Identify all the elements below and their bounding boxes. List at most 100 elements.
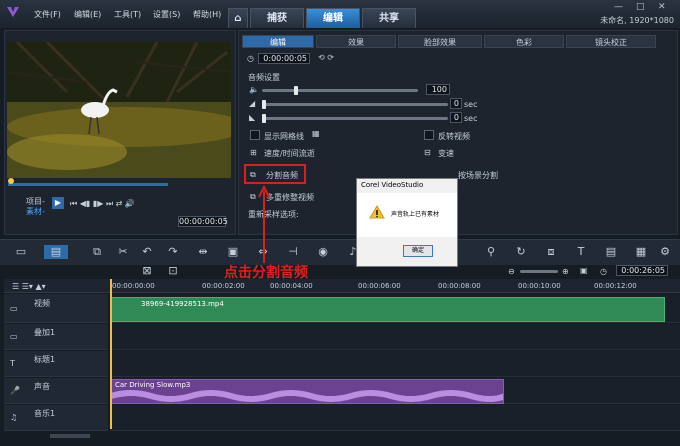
grid-icon[interactable]: ▦ bbox=[312, 129, 320, 138]
scrubber-bar[interactable] bbox=[8, 183, 168, 186]
mask-icon[interactable]: ⧈ bbox=[544, 245, 558, 259]
redo-icon[interactable]: ↷ bbox=[166, 245, 180, 259]
preview-timecode[interactable]: 00:00:00:05 bbox=[178, 216, 228, 227]
menu-edit[interactable]: 编辑(E) bbox=[74, 9, 101, 20]
video-clip-name: 38969-419928513.mp4 bbox=[141, 300, 224, 308]
speed-change-label[interactable]: 变速 bbox=[438, 148, 454, 159]
highlight-box bbox=[244, 164, 306, 184]
playhead[interactable] bbox=[110, 279, 112, 429]
subtab-edit[interactable]: 编辑 bbox=[242, 35, 314, 48]
duration-timecode[interactable]: 0:00:00:05 bbox=[258, 53, 310, 64]
zoom-icon[interactable]: ⊡ bbox=[166, 264, 180, 278]
scissors-icon[interactable]: ✂ bbox=[116, 245, 130, 259]
audio-clip[interactable]: Car Driving Slow.mp3 bbox=[110, 379, 504, 404]
fade-out-input[interactable]: 0 bbox=[450, 112, 462, 123]
multi-trim-label[interactable]: 多重修整视频 bbox=[266, 192, 314, 203]
reverse-checkbox[interactable] bbox=[424, 130, 434, 140]
track-name-voice: 声音 bbox=[34, 382, 50, 391]
track-header-overlay[interactable]: 叠加1 ▭ bbox=[4, 324, 108, 350]
track-header-video[interactable]: 视频 ▭ bbox=[4, 294, 108, 323]
menu-settings[interactable]: 设置(S) bbox=[153, 9, 180, 20]
menu-tools[interactable]: 工具(T) bbox=[114, 9, 141, 20]
screen-record-icon[interactable]: ▣ bbox=[226, 245, 240, 259]
menu-file[interactable]: 文件(F) bbox=[34, 9, 61, 20]
home-tab[interactable]: ⌂ bbox=[228, 8, 248, 28]
speed-icon[interactable]: ⊞ bbox=[250, 148, 257, 157]
subtab-lens-correction[interactable]: 镜头校正 bbox=[566, 35, 656, 48]
dialog-ok-button[interactable]: 确定 bbox=[403, 245, 433, 257]
show-grid-checkbox[interactable] bbox=[250, 130, 260, 140]
playback-controls-icon[interactable]: ⏮ ◀▮ ▮▶ ⏭ ⇄ 🔊 bbox=[70, 199, 135, 209]
timeline-timecode[interactable]: 0:00:26:05 bbox=[616, 265, 668, 276]
show-grid-label[interactable]: 显示网格线 bbox=[264, 131, 304, 142]
volume-input[interactable]: 100 bbox=[426, 84, 450, 95]
fit-project-icon[interactable]: ⊠ bbox=[140, 264, 154, 278]
split-scene-label[interactable]: 按场景分割 bbox=[458, 170, 498, 181]
warning-icon bbox=[369, 205, 385, 219]
title-track-icon: T bbox=[10, 359, 15, 368]
reverse-label[interactable]: 反转视频 bbox=[438, 131, 470, 142]
track-header-music[interactable]: 音乐1 ♫ bbox=[4, 405, 108, 431]
record-icon[interactable]: ◉ bbox=[316, 245, 330, 259]
play-icon[interactable]: ▶ bbox=[52, 197, 64, 209]
ruler-tick-4: 00:00:08:00 bbox=[438, 282, 481, 290]
maximize-icon[interactable]: □ bbox=[636, 2, 645, 12]
trim-icon[interactable]: ⊣ bbox=[286, 245, 300, 259]
ruler-tick-0: 00:00:00:00 bbox=[112, 282, 155, 290]
music-track-icon: ♫ bbox=[10, 413, 18, 422]
resample-label: 重新采样选项: bbox=[248, 210, 299, 219]
audio-mixer-icon[interactable]: ▦ bbox=[634, 245, 648, 259]
volume-slider[interactable] bbox=[262, 89, 418, 92]
fit-timeline-icon[interactable]: ▣ bbox=[580, 266, 588, 275]
video-clip[interactable]: 38969-419928513.mp4 bbox=[110, 297, 665, 322]
rotate-icons[interactable]: ⟲ ⟳ bbox=[318, 53, 334, 62]
clip-mode-label[interactable]: 素材- bbox=[26, 206, 45, 217]
zoom-slider[interactable] bbox=[520, 270, 558, 273]
track-area-overlay[interactable] bbox=[110, 324, 680, 350]
message-dialog: Corel VideoStudio 声音轨上已有素材 确定 bbox=[356, 178, 458, 267]
timeline-view-icon[interactable]: ▤ bbox=[44, 245, 68, 259]
zoom-in-icon[interactable]: ⊕ bbox=[562, 267, 569, 276]
subtab-effects[interactable]: 效果 bbox=[316, 35, 396, 48]
multi-trim-icon[interactable]: ⧉ bbox=[250, 192, 256, 202]
scrubber-handle[interactable] bbox=[8, 178, 14, 184]
storyboard-view-icon[interactable]: ▭ bbox=[14, 245, 28, 259]
zoom-out-icon[interactable]: ⊖ bbox=[508, 267, 515, 276]
project-info: 未命名, 1920*1080 bbox=[600, 16, 674, 25]
fade-out-knob[interactable] bbox=[262, 114, 266, 123]
track-area-music[interactable] bbox=[110, 405, 680, 431]
speed-change-icon[interactable]: ⊟ bbox=[424, 148, 431, 157]
fade-in-knob[interactable] bbox=[262, 100, 266, 109]
settings-icon[interactable]: ⚙ bbox=[658, 245, 672, 259]
path-icon[interactable]: ↻ bbox=[514, 245, 528, 259]
fade-in-input[interactable]: 0 bbox=[450, 98, 462, 109]
menu-help[interactable]: 帮助(H) bbox=[193, 9, 221, 20]
track-header-title[interactable]: 标题1 T bbox=[4, 351, 108, 377]
track-name-music: 音乐1 bbox=[34, 409, 56, 418]
audio-settings-title: 音频设置 bbox=[248, 73, 280, 82]
subtab-color[interactable]: 色彩 bbox=[484, 35, 564, 48]
tab-share[interactable]: 共享 bbox=[362, 8, 416, 28]
ruler-tick-5: 00:00:10:00 bbox=[518, 282, 561, 290]
tab-capture[interactable]: 捕获 bbox=[250, 8, 304, 28]
speed-time-label[interactable]: 速度/时间流逝 bbox=[264, 148, 315, 159]
track-manager-icon[interactable]: ⧉ bbox=[90, 245, 104, 259]
fit-icon[interactable]: ⇹ bbox=[196, 245, 210, 259]
volume-knob[interactable] bbox=[294, 86, 298, 95]
fade-in-slider[interactable] bbox=[262, 103, 448, 106]
undo-icon[interactable]: ↶ bbox=[140, 245, 154, 259]
timeline-ruler[interactable] bbox=[4, 279, 680, 293]
close-icon[interactable]: ✕ bbox=[658, 2, 666, 12]
track-header-voice[interactable]: 声音 🎤 bbox=[4, 378, 108, 404]
fade-out-slider[interactable] bbox=[262, 117, 448, 120]
title-icon[interactable]: T bbox=[574, 245, 588, 259]
track-list-icon[interactable]: ☰ ☰▾ ▲▾ bbox=[12, 282, 46, 291]
dialog-message: 声音轨上已有素材 bbox=[391, 211, 440, 218]
subtitle-icon[interactable]: ▤ bbox=[604, 245, 618, 259]
motion-icon[interactable]: ⚲ bbox=[484, 245, 498, 259]
minimize-icon[interactable]: — bbox=[614, 2, 623, 12]
track-area-title[interactable] bbox=[110, 351, 680, 377]
tab-edit[interactable]: 编辑 bbox=[306, 8, 360, 28]
horizontal-scrollbar[interactable] bbox=[50, 434, 90, 438]
subtab-face-effects[interactable]: 脸部效果 bbox=[398, 35, 482, 48]
